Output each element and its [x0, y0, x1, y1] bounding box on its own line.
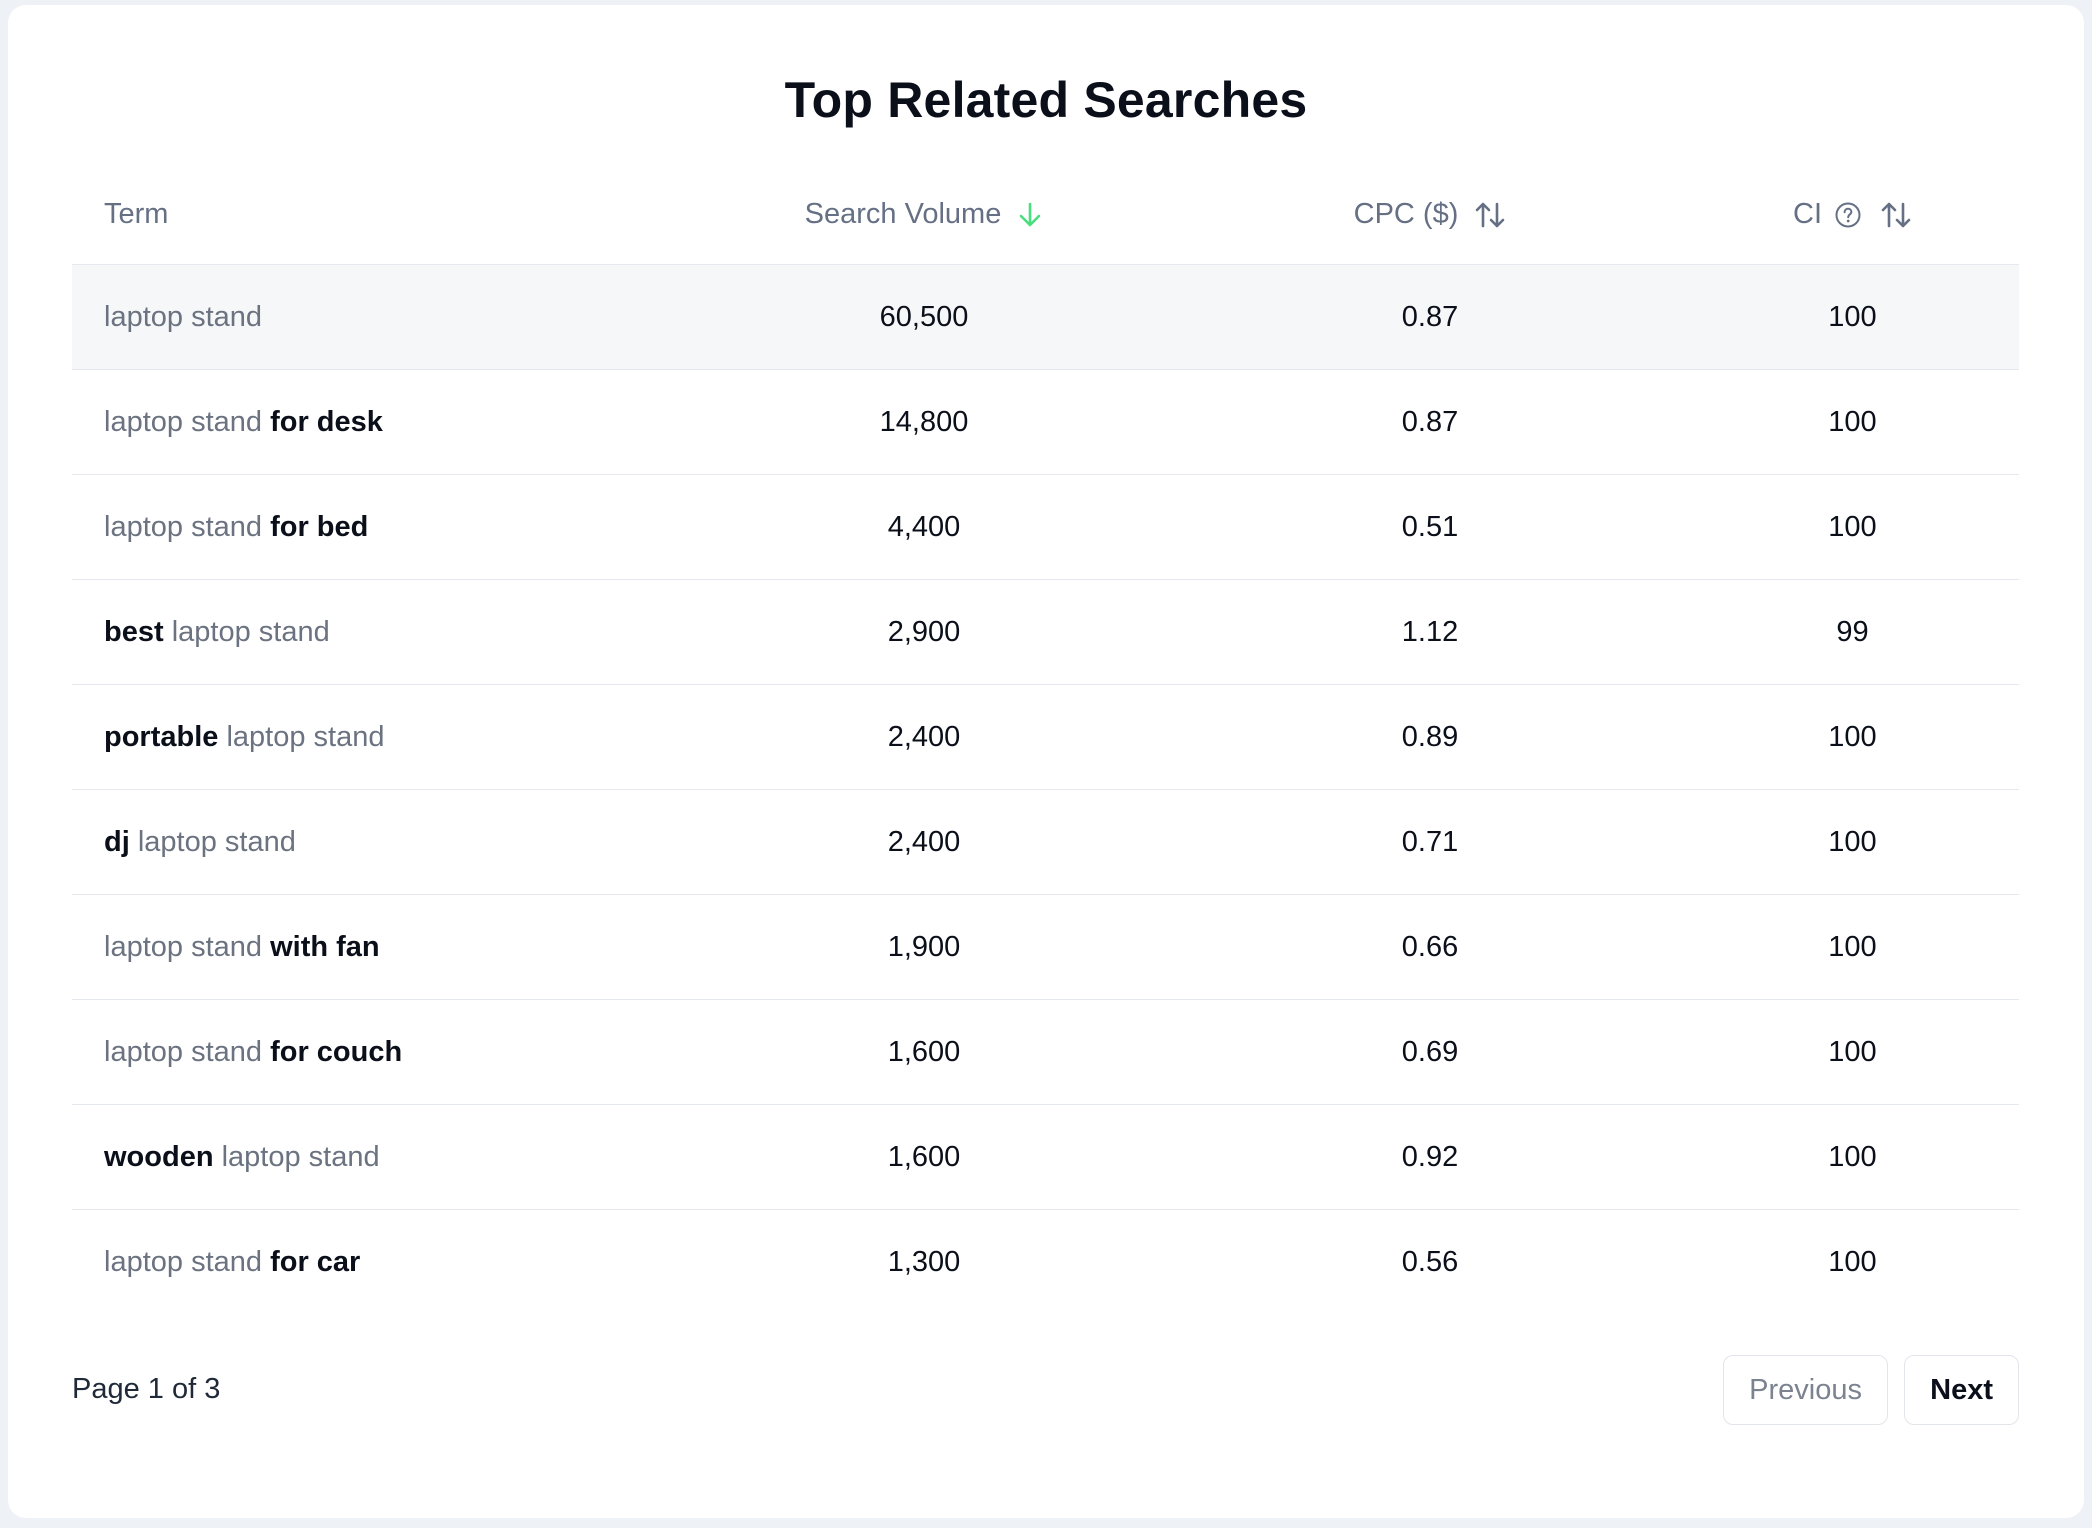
- term-base: laptop stand: [137, 825, 296, 858]
- table-row[interactable]: laptop stand for bed 4,400 0.51 100: [72, 475, 2019, 580]
- ci-cell: 100: [1828, 510, 1877, 543]
- cpc-cell: 0.87: [1401, 405, 1459, 438]
- next-button[interactable]: Next: [1904, 1355, 2019, 1425]
- search-volume-cell: 4,400: [887, 510, 961, 543]
- table-row[interactable]: laptop stand for car 1,300 0.56 100: [72, 1210, 2019, 1315]
- cpc-cell: 0.56: [1401, 1246, 1459, 1278]
- sort-icon[interactable]: [1880, 200, 1912, 230]
- cpc-cell: 0.66: [1401, 930, 1459, 963]
- search-volume-cell: 60,500: [879, 300, 969, 333]
- column-header-ci[interactable]: CI: [1686, 198, 2019, 231]
- column-header-term-label: Term: [104, 198, 169, 230]
- term-cell: laptop stand for bed: [72, 511, 674, 544]
- term-suffix: for bed: [270, 510, 369, 543]
- ci-cell: 100: [1828, 300, 1877, 333]
- ci-cell: 99: [1836, 615, 1869, 648]
- term-cell: laptop stand for desk: [72, 406, 674, 439]
- term-base: laptop stand: [221, 1140, 380, 1173]
- search-volume-cell: 1,600: [887, 1035, 961, 1068]
- table-row[interactable]: dj laptop stand 2,400 0.71 100: [72, 790, 2019, 895]
- term-prefix: wooden: [104, 1140, 214, 1173]
- cpc-cell: 0.51: [1401, 510, 1459, 543]
- term-prefix: dj: [104, 825, 130, 858]
- cpc-cell: 0.71: [1401, 825, 1459, 858]
- search-volume-cell: 2,400: [887, 720, 961, 753]
- ci-cell: 100: [1828, 1035, 1877, 1068]
- column-header-ci-label: CI: [1793, 198, 1822, 230]
- table-row[interactable]: laptop stand with fan 1,900 0.66 100: [72, 895, 2019, 1000]
- question-circle-icon[interactable]: [1834, 201, 1862, 229]
- column-header-cpc-label: CPC ($): [1353, 198, 1459, 230]
- arrow-down-icon[interactable]: [1017, 200, 1043, 230]
- term-prefix: portable: [104, 720, 219, 753]
- previous-button[interactable]: Previous: [1723, 1355, 1888, 1425]
- cpc-cell: 0.87: [1401, 300, 1459, 333]
- search-volume-cell: 2,900: [887, 615, 961, 648]
- table-row[interactable]: wooden laptop stand 1,600 0.92 100: [72, 1105, 2019, 1210]
- cpc-cell: 0.69: [1401, 1035, 1459, 1068]
- cpc-cell: 0.92: [1401, 1140, 1459, 1173]
- table-row[interactable]: best laptop stand 2,900 1.12 99: [72, 580, 2019, 685]
- table-row[interactable]: laptop stand for desk 14,800 0.87 100: [72, 370, 2019, 475]
- search-volume-cell: 1,900: [887, 930, 961, 963]
- term-base: laptop stand: [104, 510, 263, 543]
- ci-cell: 100: [1828, 1140, 1877, 1173]
- term-cell: laptop stand with fan: [72, 931, 674, 964]
- ci-cell: 100: [1828, 1246, 1877, 1278]
- term-base: laptop stand: [226, 720, 385, 753]
- term-base: laptop stand: [171, 615, 330, 648]
- column-header-search-volume-label: Search Volume: [804, 198, 1002, 230]
- term-cell: laptop stand for car: [72, 1246, 674, 1279]
- term-suffix: for desk: [270, 405, 383, 438]
- search-volume-cell: 2,400: [887, 825, 961, 858]
- term-suffix: for car: [270, 1246, 361, 1278]
- page-title: Top Related Searches: [784, 72, 1308, 128]
- search-volume-cell: 1,600: [887, 1140, 961, 1173]
- table-row[interactable]: laptop stand for couch 1,600 0.69 100: [72, 1000, 2019, 1105]
- term-cell: portable laptop stand: [72, 721, 674, 754]
- term-cell: dj laptop stand: [72, 826, 674, 859]
- term-cell: laptop stand for couch: [72, 1036, 674, 1069]
- sort-icon[interactable]: [1474, 200, 1506, 230]
- term-base: laptop stand: [104, 930, 263, 963]
- column-header-search-volume[interactable]: Search Volume: [674, 198, 1174, 231]
- table-row[interactable]: portable laptop stand 2,400 0.89 100: [72, 685, 2019, 790]
- cpc-cell: 0.89: [1401, 720, 1459, 753]
- pagination: Page 1 of 3 Previous Next: [72, 1355, 2019, 1427]
- term-suffix: for couch: [270, 1035, 403, 1068]
- page-indicator: Page 1 of 3: [72, 1373, 221, 1405]
- term-base: laptop stand: [104, 1246, 263, 1278]
- term-base: laptop stand: [104, 1035, 263, 1068]
- term-cell: laptop stand: [72, 301, 674, 334]
- term-suffix: with fan: [270, 930, 380, 963]
- term-prefix: best: [104, 615, 164, 648]
- related-searches-table: Term Search Volume CPC ($) CI laptop sta…: [72, 165, 2019, 1315]
- term-cell: best laptop stand: [72, 616, 674, 649]
- term-base: laptop stand: [104, 405, 263, 438]
- column-header-cpc[interactable]: CPC ($): [1174, 198, 1686, 231]
- table-header: Term Search Volume CPC ($) CI: [72, 165, 2019, 265]
- ci-cell: 100: [1828, 720, 1877, 753]
- table-row[interactable]: laptop stand 60,500 0.87 100: [72, 265, 2019, 370]
- ci-cell: 100: [1828, 405, 1877, 438]
- search-volume-cell: 1,300: [887, 1246, 961, 1278]
- related-searches-card: Top Related Searches Term Search Volume …: [8, 5, 2084, 1518]
- search-volume-cell: 14,800: [879, 405, 969, 438]
- term-base: laptop stand: [104, 300, 263, 333]
- ci-cell: 100: [1828, 930, 1877, 963]
- term-cell: wooden laptop stand: [72, 1141, 674, 1174]
- cpc-cell: 1.12: [1401, 615, 1459, 648]
- ci-cell: 100: [1828, 825, 1877, 858]
- column-header-term: Term: [72, 198, 674, 231]
